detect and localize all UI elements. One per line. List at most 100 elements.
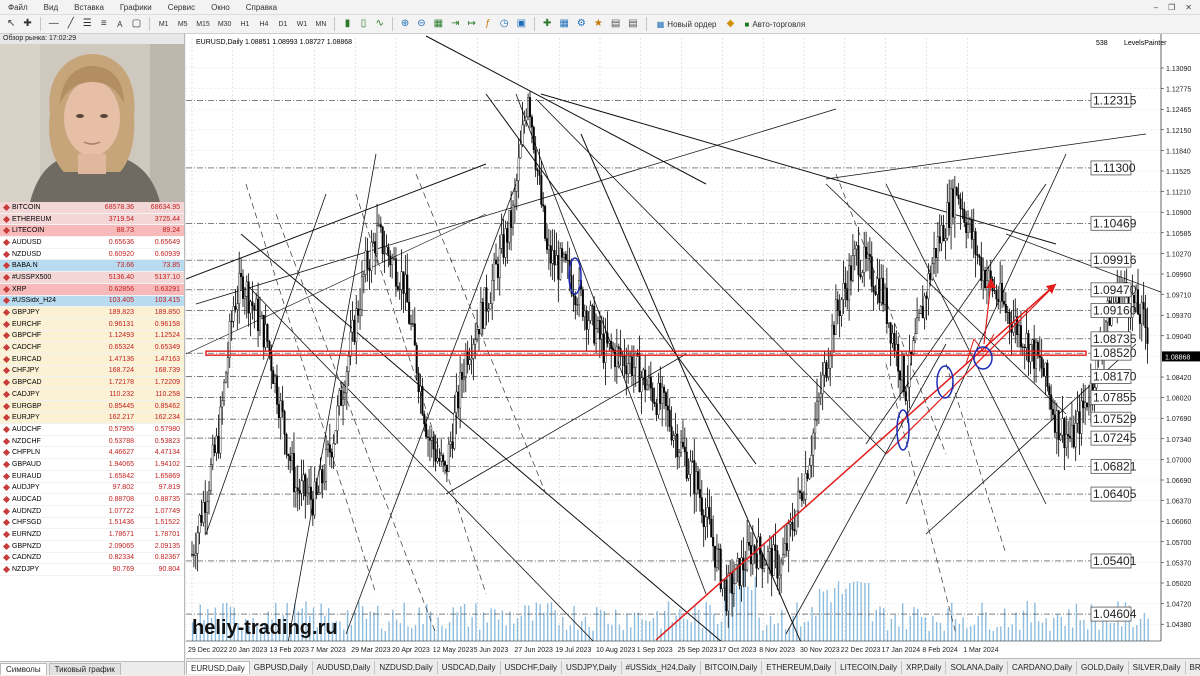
symbol-row[interactable]: EURGBP 0.85445 0.85462	[0, 400, 184, 413]
cursor-icon[interactable]: ↖	[4, 17, 18, 32]
text-tool-icon[interactable]: A	[113, 17, 127, 32]
timeframe-h1[interactable]: H1	[236, 17, 253, 32]
symbol-row[interactable]: ETHEREUM 3719.54 3725.44	[0, 213, 184, 226]
tab-tick-chart[interactable]: Тиковый график	[48, 663, 121, 675]
templates-icon[interactable]: ▣	[514, 17, 529, 32]
symbol-row[interactable]: AUDJPY 97.802 97.819	[0, 482, 184, 495]
chart-tab[interactable]: USDCAD,Daily	[438, 660, 501, 674]
channel-tool-icon[interactable]: ☰	[80, 17, 95, 32]
trendline-tool-icon[interactable]: ╱	[64, 17, 78, 32]
symbol-row[interactable]: GBPCAD 1.72178 1.72209	[0, 377, 184, 389]
timeframe-w1[interactable]: W1	[293, 17, 310, 32]
menu-tools[interactable]: Сервис	[160, 3, 203, 12]
hline-tool-icon[interactable]: —	[46, 17, 62, 32]
autoscroll-icon[interactable]: ⇥	[448, 17, 462, 32]
chart-tab[interactable]: SOLANA,Daily	[946, 660, 1008, 674]
profiles-icon[interactable]: ▦	[556, 17, 571, 32]
chart-tab[interactable]: BRENT,Daily	[1186, 661, 1200, 674]
timeframe-m30[interactable]: M30	[215, 17, 235, 32]
new-order-button[interactable]: ▦ Новый ордер	[652, 17, 722, 32]
chart-shift-icon[interactable]: ↦	[464, 17, 478, 32]
chart-tab[interactable]: GBPUSD,Daily	[250, 660, 313, 674]
menu-file[interactable]: Файл	[0, 3, 36, 12]
chart-tab[interactable]: #USSidx_H24,Daily	[622, 660, 701, 674]
auto-trading-button[interactable]: ■ Авто-торговля	[740, 17, 811, 32]
symbol-row[interactable]: GBPCHF 1.12493 1.12524	[0, 330, 184, 343]
eurusd-daily-chart[interactable]: 1.12315 1.11300 1.10469 1.09916 1.09470 1.091…	[186, 34, 1200, 658]
chart-window[interactable]: 1.12315 1.11300 1.10469 1.09916 1.09470 1.091…	[186, 34, 1200, 658]
zoom-in-icon[interactable]: ⊕	[398, 17, 412, 32]
chart-tab[interactable]: LITECOIN,Daily	[836, 660, 903, 674]
tester-icon[interactable]: ▤	[625, 17, 640, 32]
chart-tab[interactable]: XRP,Daily	[902, 660, 947, 674]
menu-window[interactable]: Окно	[203, 3, 238, 12]
line-chart-icon[interactable]: ∿	[372, 17, 386, 32]
market-watch-icon[interactable]: ⚙	[574, 17, 589, 32]
new-chart-icon[interactable]: ✚	[540, 17, 554, 32]
restore-icon[interactable]: ❐	[1168, 3, 1175, 12]
menu-insert[interactable]: Вставка	[66, 3, 112, 12]
symbol-row[interactable]: CHFJPY 168.724 168.739	[0, 365, 184, 378]
crosshair-icon[interactable]: ✚	[20, 17, 34, 32]
symbol-row[interactable]: EURCHF 0.96131 0.96158	[0, 318, 184, 331]
symbol-row[interactable]: NZDCHF 0.53788 0.53823	[0, 435, 184, 448]
symbol-row[interactable]: AUDUSD 0.65636 0.65649	[0, 237, 184, 249]
symbol-row[interactable]: GBPJPY 189.823 189.850	[0, 307, 184, 319]
timeframe-m1[interactable]: M1	[155, 17, 172, 32]
chart-tab[interactable]: ETHEREUM,Daily	[762, 660, 837, 674]
timeframe-d1[interactable]: D1	[274, 17, 291, 32]
symbol-row[interactable]: EURCAD 1.47136 1.47163	[0, 353, 184, 366]
terminal-icon[interactable]: ▤	[608, 17, 623, 32]
symbol-row[interactable]: NZDUSD 0.60920 0.60939	[0, 248, 184, 261]
navigator-icon[interactable]: ★	[591, 17, 606, 32]
close-icon[interactable]: ✕	[1185, 3, 1192, 12]
menu-help[interactable]: Справка	[238, 3, 285, 12]
timeframe-mn[interactable]: MN	[312, 17, 329, 32]
symbol-row[interactable]: CADNZD 0.82334 0.82367	[0, 552, 184, 565]
symbol-row[interactable]: AUDCAD 0.88708 0.88735	[0, 494, 184, 506]
label-tool-icon[interactable]: ▢	[129, 17, 144, 32]
chart-tab[interactable]: GOLD,Daily	[1077, 660, 1129, 674]
menu-view[interactable]: Вид	[36, 3, 66, 12]
zoom-out-icon[interactable]: ⊖	[414, 17, 428, 32]
timeframe-m5[interactable]: M5	[174, 17, 191, 32]
chart-tab[interactable]: BITCOIN,Daily	[701, 660, 763, 674]
symbol-row[interactable]: BITCOIN 68578.36 68634.95	[0, 202, 184, 214]
candle-chart-icon[interactable]: ▯	[356, 17, 370, 32]
chart-tab[interactable]: CARDANO,Daily	[1008, 660, 1077, 674]
chart-tab[interactable]: USDJPY,Daily	[562, 660, 622, 674]
symbol-row[interactable]: GBPAUD 1.94065 1.94102	[0, 459, 184, 471]
symbol-row[interactable]: CHFPLN 4.46627 4.47134	[0, 447, 184, 460]
symbol-row[interactable]: CHFSGD 1.51436 1.51522	[0, 517, 184, 530]
symbol-row[interactable]: CADCHF 0.65324 0.65349	[0, 342, 184, 354]
fibo-tool-icon[interactable]: ≡	[97, 17, 111, 32]
symbol-row[interactable]: BABA.N 73.66 73.85	[0, 260, 184, 273]
chart-tab[interactable]: SILVER,Daily	[1129, 660, 1186, 674]
symbol-row[interactable]: EURAUD 1.65842 1.65869	[0, 470, 184, 483]
symbol-row[interactable]: EURNZD 1.78671 1.78701	[0, 529, 184, 541]
symbol-row[interactable]: NZDJPY 90.769 90.804	[0, 564, 184, 576]
symbol-row[interactable]: #USSidx_H24 103.405 103.415	[0, 295, 184, 308]
symbol-row[interactable]: XRP 0.62856 0.63291	[0, 283, 184, 296]
periods-clock-icon[interactable]: ◷	[497, 17, 512, 32]
symbol-row[interactable]: EURJPY 162.217 162.234	[0, 412, 184, 425]
minimize-icon[interactable]: –	[1154, 3, 1158, 12]
symbol-row[interactable]: AUDNZD 1.07722 1.07749	[0, 505, 184, 518]
tab-symbols[interactable]: Символы	[0, 663, 47, 675]
chart-tab[interactable]: USDCHF,Daily	[501, 660, 562, 674]
symbol-row[interactable]: AUDCHF 0.57955 0.57980	[0, 424, 184, 436]
symbol-row[interactable]: LITECOIN 88.73 89.24	[0, 225, 184, 238]
symbol-row[interactable]: CADJPY 110.232 110.258	[0, 389, 184, 401]
chart-tab[interactable]: AUDUSD,Daily	[313, 660, 376, 674]
chart-tab[interactable]: NZDUSD,Daily	[375, 660, 438, 674]
tile-windows-icon[interactable]: ▦	[431, 17, 446, 32]
timeframe-m15[interactable]: M15	[193, 17, 213, 32]
symbol-row[interactable]: GBPNZD 2.09065 2.09135	[0, 540, 184, 553]
chart-tab[interactable]: EURUSD,Daily	[186, 660, 250, 674]
indicators-icon[interactable]: ƒ	[481, 17, 495, 32]
menu-charts[interactable]: Графики	[112, 3, 160, 12]
bar-chart-icon[interactable]: ▮	[340, 17, 354, 32]
symbol-row[interactable]: #USSPX500 5136.40 5137.10	[0, 272, 184, 284]
metaeditor-icon[interactable]: ◆	[724, 17, 738, 32]
timeframe-h4[interactable]: H4	[255, 17, 272, 32]
